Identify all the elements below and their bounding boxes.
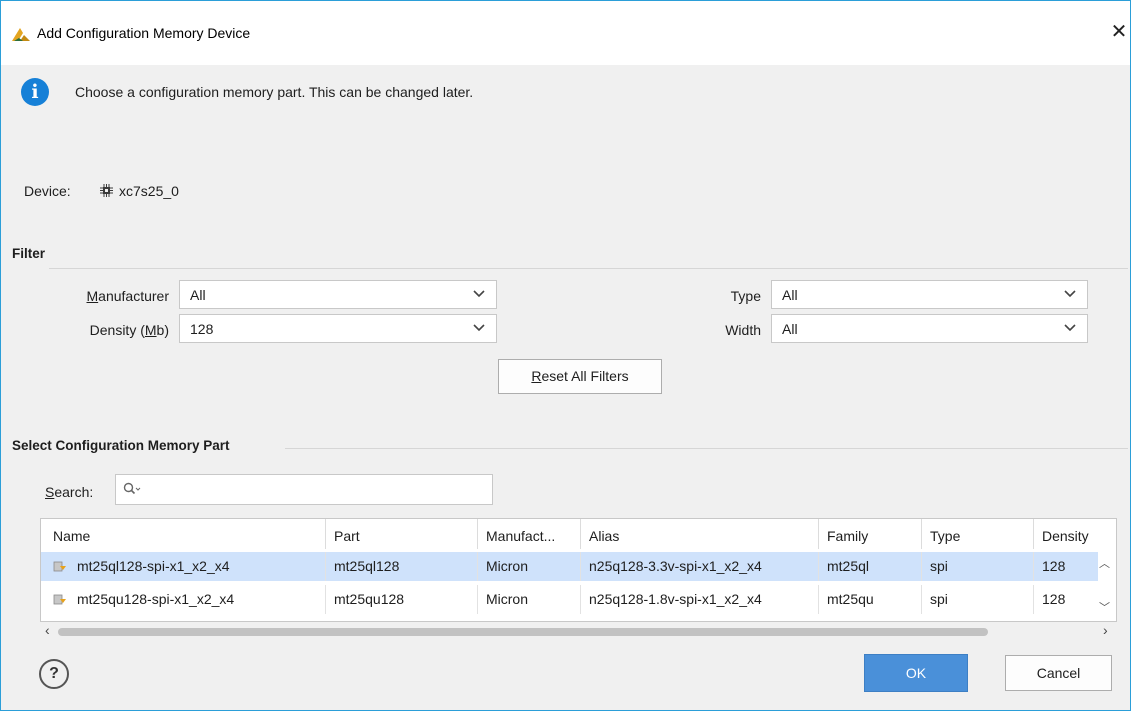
cell-type: spi [922,552,1034,581]
search-icon [123,482,141,495]
close-icon[interactable]: ✕ [1109,19,1129,43]
cell-alias: n25q128-1.8v-spi-x1_x2_x4 [581,585,819,614]
cell-type: spi [922,585,1034,614]
chevron-down-icon [473,324,485,332]
table-row[interactable]: mt25ql128-spi-x1_x2_x4 mt25ql128 Micron … [41,552,1098,581]
memory-part-table: Name Part Manufact... Alias Family Type … [40,518,1117,622]
chevron-down-icon [473,290,485,298]
manufacturer-value: All [190,287,206,303]
filter-heading: Filter [12,246,46,261]
title-bar: Add Configuration Memory Device ✕ [1,1,1130,65]
scrollbar-thumb[interactable] [58,628,988,636]
chevron-down-icon [1064,324,1076,332]
add-config-memory-dialog: Add Configuration Memory Device ✕ i Choo… [0,0,1131,711]
cell-family: mt25ql [819,552,922,581]
cell-name: mt25ql128-spi-x1_x2_x4 [41,552,326,581]
column-header-type[interactable]: Type [922,519,1034,549]
cell-manufacturer: Micron [478,585,581,614]
cell-manufacturer: Micron [478,552,581,581]
density-value: 128 [190,321,214,337]
part-divider [285,448,1128,449]
width-select[interactable]: All [771,314,1088,343]
width-value: All [782,321,798,337]
reset-filters-button[interactable]: Reset All Filters [498,359,662,394]
column-header-manufacturer[interactable]: Manufact... [478,519,581,549]
manufacturer-label: Manufacturer [86,288,170,304]
scroll-down-icon[interactable]: ﹀ [1099,599,1110,615]
scroll-right-icon[interactable]: › [1103,622,1108,638]
scroll-left-icon[interactable]: ‹ [45,622,50,638]
filter-divider [49,268,1128,269]
type-label: Type [730,288,761,304]
window-title: Add Configuration Memory Device [37,25,251,41]
cell-density: 128 [1042,558,1066,574]
cell-name: mt25qu128-spi-x1_x2_x4 [41,585,326,614]
select-part-heading: Select Configuration Memory Part [12,438,230,453]
manufacturer-select[interactable]: All [179,280,497,309]
type-select[interactable]: All [771,280,1088,309]
search-input[interactable] [115,474,493,505]
cell-part: mt25ql128 [326,552,478,581]
vivado-logo-icon [12,28,30,41]
horizontal-scrollbar[interactable]: ‹ › [42,622,1115,638]
column-header-alias[interactable]: Alias [581,519,819,549]
chevron-down-icon [1064,290,1076,298]
info-icon: i [21,78,49,106]
column-header-density[interactable]: Density [1034,519,1098,549]
cell-density: 128 [1042,591,1066,607]
help-button[interactable]: ? [39,659,69,689]
density-select[interactable]: 128 [179,314,497,343]
device-value: xc7s25_0 [119,183,179,199]
search-label: Search: [45,484,94,500]
chip-icon [100,184,113,197]
cell-part: mt25qu128 [326,585,478,614]
cell-family: mt25qu [819,585,922,614]
column-header-part[interactable]: Part [326,519,478,549]
column-header-family[interactable]: Family [819,519,922,549]
ok-button[interactable]: OK [864,654,968,692]
type-value: All [782,287,798,303]
scroll-up-icon[interactable]: ︿ [1099,555,1110,571]
width-label: Width [725,322,761,338]
cancel-button[interactable]: Cancel [1005,655,1112,691]
column-header-name[interactable]: Name [41,519,326,549]
table-row[interactable]: mt25qu128-spi-x1_x2_x4 mt25qu128 Micron … [41,585,1098,614]
device-label: Device: [24,183,71,199]
info-message: Choose a configuration memory part. This… [75,84,474,100]
cell-alias: n25q128-3.3v-spi-x1_x2_x4 [581,552,819,581]
density-label: Density (Mb) [89,322,169,338]
